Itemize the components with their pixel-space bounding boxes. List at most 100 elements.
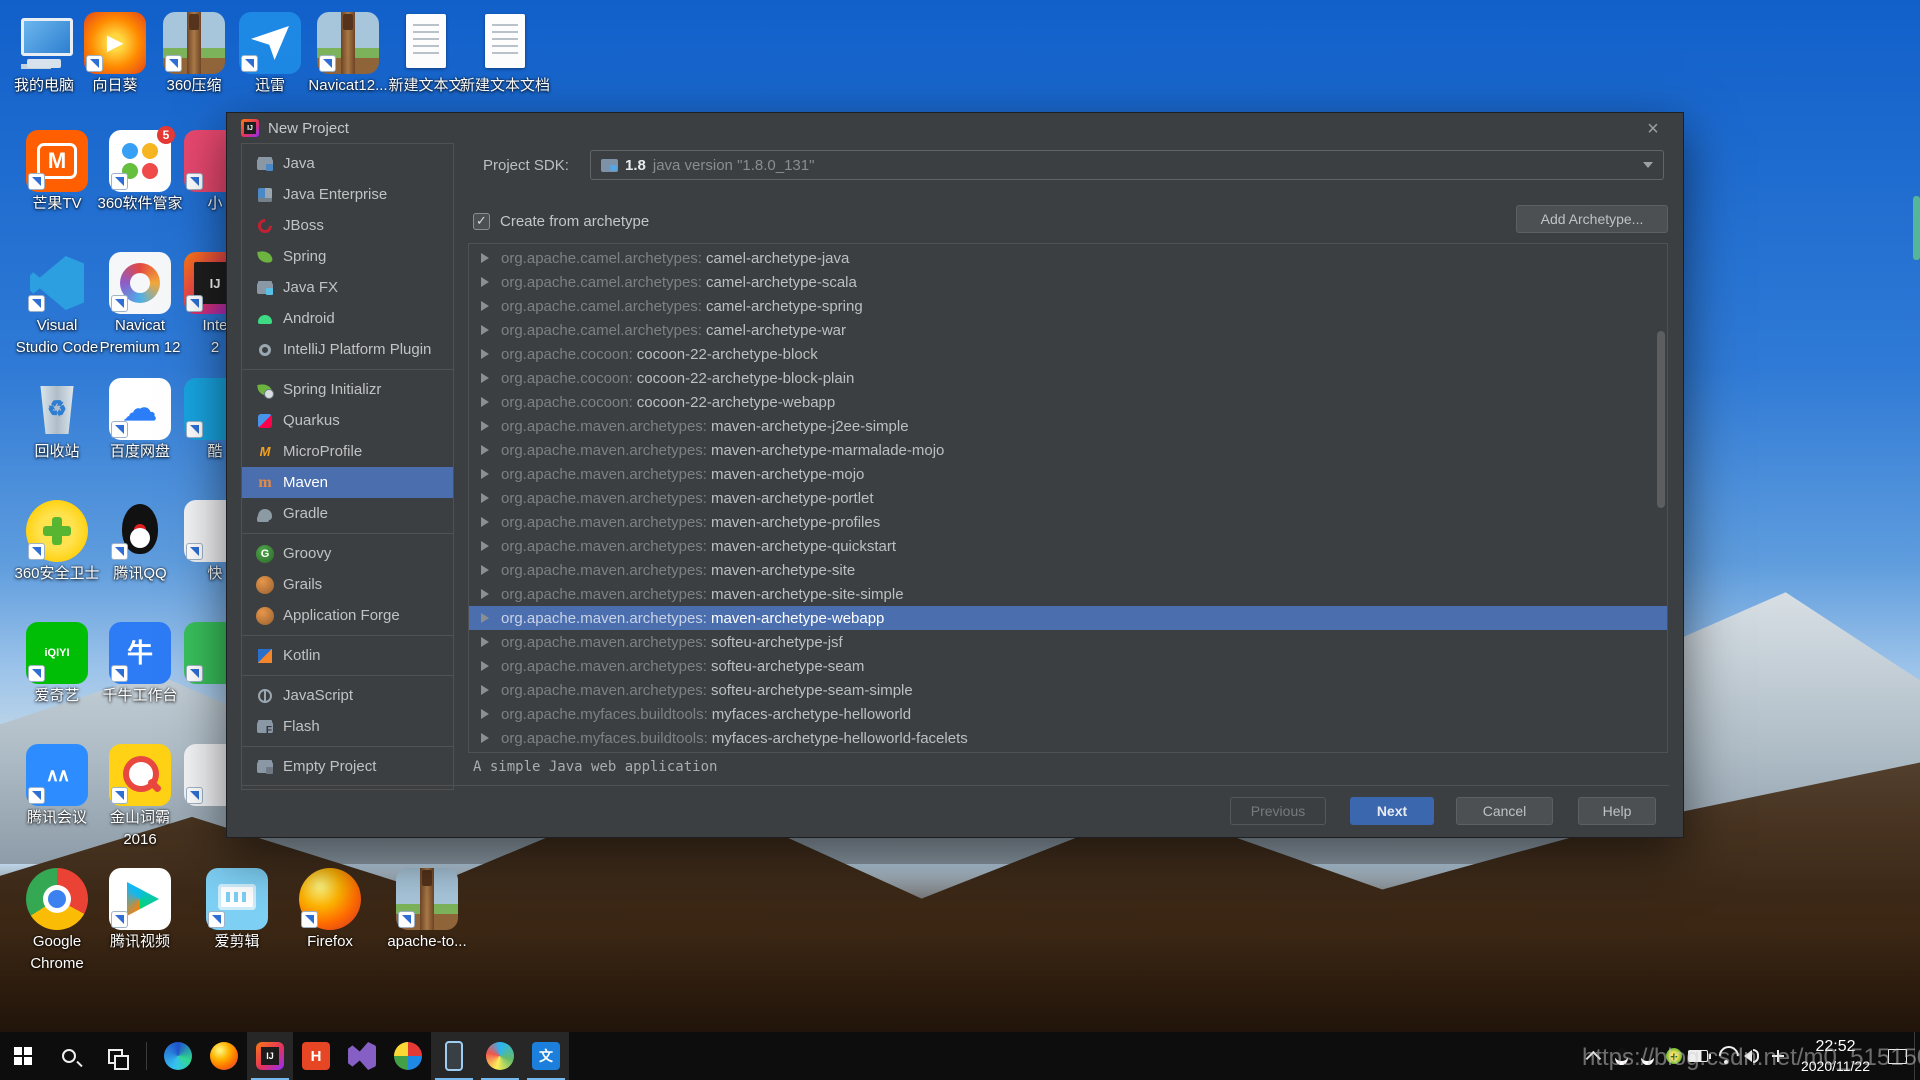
archetype-row[interactable]: org.apache.camel.archetypes: camel-archet…: [469, 318, 1667, 342]
taskbar-app-hbuilder[interactable]: H: [293, 1032, 339, 1080]
expand-arrow-icon[interactable]: [481, 709, 489, 719]
archetype-row[interactable]: org.apache.maven.archetypes: maven-archet…: [469, 558, 1667, 582]
desktop-icon-爱奇艺[interactable]: iQIYI 爱奇艺: [11, 622, 103, 706]
expand-arrow-icon[interactable]: [481, 637, 489, 647]
expand-arrow-icon[interactable]: [481, 733, 489, 743]
zip-icon[interactable]: [163, 12, 225, 74]
doc-icon[interactable]: [474, 12, 536, 74]
zip-icon[interactable]: [317, 12, 379, 74]
expand-arrow-icon[interactable]: [481, 541, 489, 551]
sidebar-item-quarkus[interactable]: Quarkus: [242, 405, 453, 436]
recycle-icon[interactable]: ♻: [26, 378, 88, 440]
tray-battery-icon[interactable]: [1687, 1032, 1713, 1080]
archetype-row[interactable]: org.apache.maven.archetypes: maven-archet…: [469, 606, 1667, 630]
expand-arrow-icon[interactable]: [481, 493, 489, 503]
meeting-icon[interactable]: ∧∧: [26, 744, 88, 806]
expand-arrow-icon[interactable]: [481, 301, 489, 311]
sidebar-item-java-enterprise[interactable]: Java Enterprise: [242, 179, 453, 210]
expand-arrow-icon[interactable]: [481, 397, 489, 407]
search-button[interactable]: [46, 1032, 92, 1080]
sidebar-item-javascript[interactable]: JavaScript: [242, 680, 453, 711]
tray-plus-icon[interactable]: [1765, 1032, 1791, 1080]
navicat-icon[interactable]: [109, 252, 171, 314]
sidebar-item-jboss[interactable]: JBoss: [242, 210, 453, 241]
close-icon[interactable]: ×: [1639, 116, 1667, 142]
bird-icon[interactable]: [239, 12, 301, 74]
tray-vol-icon[interactable]: [1739, 1032, 1765, 1080]
sidebar-item-gradle[interactable]: Gradle: [242, 498, 453, 529]
taskbar-clock[interactable]: 22:52 2020/11/22: [1791, 1037, 1880, 1076]
dialog-titlebar[interactable]: New Project: [227, 113, 1683, 143]
sidebar-item-maven[interactable]: m Maven: [242, 467, 453, 498]
desktop-icon-visual[interactable]: Visual Studio Code: [11, 252, 103, 358]
sidebar-item-kotlin[interactable]: Kotlin: [242, 640, 453, 671]
expand-arrow-icon[interactable]: [481, 277, 489, 287]
archetype-row[interactable]: org.apache.maven.archetypes: maven-archet…: [469, 462, 1667, 486]
task-view-button[interactable]: [92, 1032, 138, 1080]
archetype-row[interactable]: org.apache.maven.archetypes: maven-archet…: [469, 414, 1667, 438]
sidebar-item-application-forge[interactable]: Application Forge: [242, 600, 453, 631]
plain-icon[interactable]: 牛: [109, 622, 171, 684]
create-from-archetype-checkbox[interactable]: ✓ Create from archetype: [473, 209, 649, 233]
tray-qq-icon[interactable]: [1609, 1032, 1635, 1080]
sidebar-item-grails[interactable]: Grails: [242, 569, 453, 600]
expand-arrow-icon[interactable]: [481, 349, 489, 359]
taskbar-app-firefox[interactable]: [201, 1032, 247, 1080]
sidebar-item-flash[interactable]: Flash: [242, 711, 453, 742]
zip-icon[interactable]: [396, 868, 458, 930]
desktop-icon-apache-to[interactable]: apache-to...: [381, 868, 473, 952]
computer-icon[interactable]: [13, 12, 75, 74]
archetype-row[interactable]: org.apache.maven.archetypes: maven-archet…: [469, 486, 1667, 510]
expand-arrow-icon[interactable]: [481, 421, 489, 431]
desktop-icon-爱剪辑[interactable]: 爱剪辑: [191, 868, 283, 952]
show-desktop-button[interactable]: [1914, 1032, 1920, 1080]
qq-icon[interactable]: [109, 500, 171, 562]
ciba-icon[interactable]: [109, 744, 171, 806]
expand-arrow-icon[interactable]: [481, 685, 489, 695]
desktop-icon-芒果tv[interactable]: M 芒果TV: [11, 130, 103, 214]
taskbar-app-color-ball-app[interactable]: [477, 1032, 523, 1080]
expand-arrow-icon[interactable]: [481, 325, 489, 335]
firefox-icon[interactable]: [299, 868, 361, 930]
chrome-icon[interactable]: [26, 868, 88, 930]
archetype-row[interactable]: org.apache.myfaces.buildtools: myfaces-ar…: [469, 702, 1667, 726]
archetype-row[interactable]: org.apache.maven.archetypes: softeu-arche…: [469, 630, 1667, 654]
add-archetype-button[interactable]: Add Archetype...: [1516, 205, 1668, 233]
expand-arrow-icon[interactable]: [481, 661, 489, 671]
mango-icon[interactable]: M: [26, 130, 88, 192]
sun-icon[interactable]: ▶: [84, 12, 146, 74]
plain-icon[interactable]: iQIYI: [26, 622, 88, 684]
vscode-icon[interactable]: [26, 252, 88, 314]
expand-arrow-icon[interactable]: [481, 565, 489, 575]
archetype-row[interactable]: org.apache.maven.archetypes: softeu-arche…: [469, 654, 1667, 678]
archetype-row[interactable]: org.apache.cocoon: cocoon-22-archetype-bl…: [469, 366, 1667, 390]
next-button[interactable]: Next: [1350, 797, 1434, 825]
desktop-icon-腾讯视频[interactable]: 腾讯视频: [94, 868, 186, 952]
cancel-button[interactable]: Cancel: [1456, 797, 1553, 825]
archetype-row[interactable]: org.apache.camel.archetypes: camel-archet…: [469, 270, 1667, 294]
desktop-icon-google[interactable]: Google Chrome: [11, 868, 103, 974]
notification-center-button[interactable]: [1880, 1032, 1914, 1080]
help-button[interactable]: Help: [1578, 797, 1656, 825]
sidebar-item-intellij-platform-plugin[interactable]: IntelliJ Platform Plugin: [242, 334, 453, 365]
expand-arrow-icon[interactable]: [481, 517, 489, 527]
archetype-row[interactable]: org.apache.maven.archetypes: maven-archet…: [469, 438, 1667, 462]
taskbar-app-phone[interactable]: [431, 1032, 477, 1080]
archetype-row[interactable]: org.apache.camel.archetypes: camel-archet…: [469, 246, 1667, 270]
archetype-row[interactable]: org.apache.camel.archetypes: camel-archet…: [469, 294, 1667, 318]
taskbar-app-360-browser[interactable]: [385, 1032, 431, 1080]
sidebar-item-java-fx[interactable]: Java FX: [242, 272, 453, 303]
cut-icon[interactable]: [206, 868, 268, 930]
petals-icon[interactable]: 5: [109, 126, 175, 192]
taskbar-app-microsoft-edge[interactable]: [155, 1032, 201, 1080]
doc-icon[interactable]: [395, 12, 457, 74]
chevron-down-icon[interactable]: [1643, 162, 1653, 168]
taskbar-app-intellij-idea[interactable]: [247, 1032, 293, 1080]
archetype-scrollbar-thumb[interactable]: [1657, 331, 1665, 508]
tv-icon[interactable]: [109, 868, 171, 930]
sidebar-item-android[interactable]: Android: [242, 303, 453, 334]
archetype-row[interactable]: org.apache.cocoon: cocoon-22-archetype-bl…: [469, 342, 1667, 366]
desktop-icon-新建文本文档[interactable]: 新建文本文档: [459, 12, 551, 96]
expand-arrow-icon[interactable]: [481, 253, 489, 263]
desktop-icon-腾讯会议[interactable]: ∧∧ 腾讯会议: [11, 744, 103, 828]
